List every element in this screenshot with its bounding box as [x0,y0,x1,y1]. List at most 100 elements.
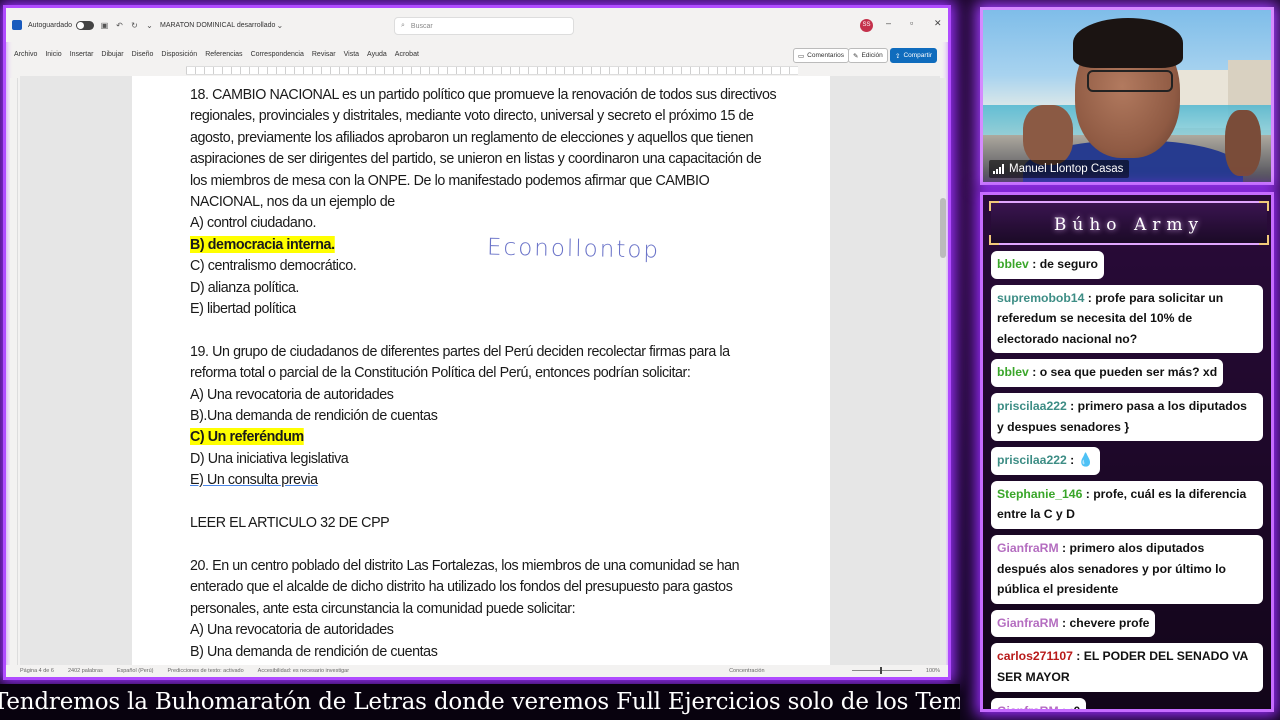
chat-text: o sea que pueden ser más? xd [1039,365,1218,380]
chat-message: bblev : o sea que pueden ser más? xd [991,359,1224,387]
q19-option-a: A) Una revocatoria de autoridades [190,385,394,403]
chat-username[interactable]: GianfraRM [997,616,1059,630]
chat-username[interactable]: Stephanie_146 [997,487,1082,501]
ticker-text: Tendremos la Buhomaratón de Letras donde… [0,689,960,715]
participant-name-tag: Manuel Llontop Casas [989,160,1130,178]
tab-archivo[interactable]: Archivo [14,51,37,58]
chat-username[interactable]: GianfraRM [997,541,1059,555]
q18-option-d: D) alianza política. [190,278,299,296]
chat-username[interactable]: carlos271107 [997,649,1073,663]
redo-icon[interactable]: ↻ [130,21,139,30]
q19-option-d: D) Una iniciativa legislativa [190,449,349,467]
q19-line: 19. Un grupo de ciudadanos de diferentes… [190,342,730,360]
maximize-icon[interactable]: ▫ [910,18,913,28]
chat-title: Búho Army [1053,215,1205,235]
chat-username[interactable]: bblev [997,257,1029,271]
avatar[interactable]: SS [860,19,873,32]
chat-text: :0 [1069,703,1081,712]
chat-message: priscilaa222 : primero pasa a los diputa… [991,392,1263,442]
chat-text: 💧 [1077,452,1094,468]
tab-disposicion[interactable]: Disposición [161,51,197,58]
chat-username[interactable]: GianfraRM [997,704,1059,710]
q18-option-a: A) control ciudadano. [190,214,317,232]
chat-username[interactable]: bblev [997,365,1029,379]
search-box[interactable]: ⌕ Buscar [394,17,574,35]
q18-line: los miembros de mesa con la ONPE. De lo … [190,171,710,189]
tab-insertar[interactable]: Insertar [70,51,94,58]
zoom-slider[interactable] [852,667,912,674]
document-title[interactable]: MARATON DOMINICAL desarrollado [160,22,275,29]
chat-message: GianfraRM : chevere profe [991,609,1156,638]
minimize-icon[interactable]: – [886,18,891,28]
horizontal-ruler[interactable] [186,66,798,75]
q18-line: 18. CAMBIO NACIONAL es un partido políti… [190,86,777,103]
chat-username[interactable]: priscilaa222 [997,453,1067,467]
q18-option-e: E) libertad política [190,300,296,318]
chat-text: chevere profe [1069,615,1150,630]
status-bar: Página 4 de 6 2402 palabras Español (Per… [6,665,948,677]
presenter-hand [1023,105,1073,165]
webcam-feed: Manuel Llontop Casas [980,7,1274,185]
tab-referencias[interactable]: Referencias [205,51,242,58]
chat-message: GianfraRM : primero alos diputados despu… [991,534,1263,604]
document-body[interactable]: 18. CAMBIO NACIONAL es un partido políti… [190,84,796,662]
text-predictions-status[interactable]: Predicciones de texto: activado [168,668,244,674]
q18-line: aspiraciones de ser dirigentes del parti… [190,150,762,168]
chat-message: GianfraRM : :0 [991,697,1087,712]
pencil-icon: ✎ [853,52,859,60]
chat-messages: bblev : de seguro supremobob14 : profe pa… [991,251,1271,712]
editing-button[interactable]: ✎ Edición [848,48,888,63]
chevron-down-icon[interactable]: ⌄ [275,21,284,30]
document-canvas: 18. CAMBIO NACIONAL es un partido políti… [20,76,940,668]
chat-username[interactable]: supremobob14 [997,291,1084,305]
chat-message: supremobob14 : profe para solicitar un r… [991,284,1263,354]
accessibility-status[interactable]: Accesibilidad: es necesario investigar [258,668,349,674]
scrollbar-thumb[interactable] [940,198,946,258]
q18-line: NACIONAL, nos da un ejemplo de [190,193,395,211]
word-count[interactable]: 2402 palabras [68,668,103,674]
chat-message: priscilaa222 : 💧 [991,447,1100,475]
ruler-ticks [186,67,798,74]
share-button[interactable]: ⇪ Compartir [890,48,937,63]
tab-ayuda[interactable]: Ayuda [367,51,387,58]
zoom-level[interactable]: 100% [926,668,940,674]
q18-line: regionales, provinciales y distritales, … [190,107,754,125]
word-window: Autoguardado ▣ ↶ ↻ ⌄ MARATON DOMINICAL d… [3,5,951,680]
tab-diseno[interactable]: Diseño [132,51,154,58]
save-icon[interactable]: ▣ [100,21,109,30]
focus-mode[interactable]: Concentración [729,668,764,674]
tab-acrobat[interactable]: Acrobat [395,51,419,58]
read-note: LEER EL ARTICULO 32 DE CPP [190,514,390,532]
chat-username[interactable]: priscilaa222 [997,399,1067,413]
tab-revisar[interactable]: Revisar [312,51,336,58]
autosave-label: Autoguardado [28,21,72,29]
chat-message: Stephanie_146 : profe, cuál es la difere… [991,480,1263,529]
handwritten-annotation: Econollontop [486,234,661,264]
comments-button[interactable]: ▭ Comentarios [793,48,850,63]
signal-icon [993,164,1004,174]
autosave-toggle[interactable] [75,20,94,30]
q19-option-e: E) Un consulta previa [190,471,318,489]
share-icon: ⇪ [895,52,901,60]
close-icon[interactable]: ✕ [934,18,942,29]
ticker-banner: Tendremos la Buhomaratón de Letras donde… [0,684,960,720]
document-page[interactable]: 18. CAMBIO NACIONAL es un partido políti… [132,76,830,668]
presenter-glasses [1087,70,1173,92]
word-logo-icon [12,20,22,30]
chat-header: Búho Army [989,201,1269,245]
language-status[interactable]: Español (Perú) [117,668,154,674]
title-bar: Autoguardado ▣ ↶ ↻ ⌄ MARATON DOMINICAL d… [6,8,948,42]
vertical-scrollbar[interactable] [940,78,946,668]
vertical-ruler[interactable] [10,78,18,668]
tab-vista[interactable]: Vista [344,51,359,58]
q20-line: 20. En un centro poblado del distrito La… [190,556,740,574]
undo-icon[interactable]: ↶ [115,21,124,30]
q20-option-a: A) Una revocatoria de autoridades [190,621,394,639]
tab-inicio[interactable]: Inicio [45,51,61,58]
tab-dibujar[interactable]: Dibujar [101,51,123,58]
presenter-hand [1225,110,1261,176]
page-count[interactable]: Página 4 de 6 [20,668,54,674]
tab-correspondencia[interactable]: Correspondencia [251,51,304,58]
customize-toolbar-icon[interactable]: ⌄ [145,21,154,30]
question-18: 18. CAMBIO NACIONAL es un partido políti… [190,84,796,212]
